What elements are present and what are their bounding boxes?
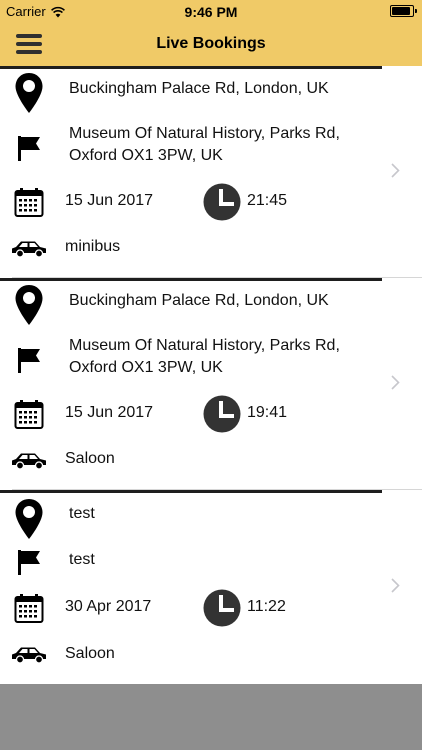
booking-card[interactable]: Buckingham Palace Rd, London, UK Museum … (0, 66, 422, 278)
location-pin-icon (15, 499, 43, 539)
booking-card[interactable]: Buckingham Palace Rd, London, UK Museum … (0, 278, 422, 490)
vehicle-type: Saloon (65, 645, 115, 662)
clock-icon (203, 183, 241, 221)
dropoff-address-line2: Oxford OX1 3PW, UK (69, 359, 223, 376)
dropoff-address-line1: Museum Of Natural History, Parks Rd, (69, 337, 340, 354)
chevron-right-icon (391, 578, 400, 593)
booking-time: 11:22 (247, 598, 286, 615)
chevron-right-icon (391, 375, 400, 390)
card-divider (0, 490, 382, 493)
dropoff-address-line1: Museum Of Natural History, Parks Rd, (69, 125, 340, 142)
card-divider (0, 66, 382, 69)
dropoff-address-line2: Oxford OX1 3PW, UK (69, 147, 223, 164)
nav-bar: Live Bookings (0, 22, 422, 66)
card-divider (0, 278, 382, 281)
pickup-address: Buckingham Palace Rd, London, UK (69, 80, 329, 97)
battery-fill (392, 7, 410, 15)
booking-date: 30 Apr 2017 (65, 598, 152, 615)
battery-icon (390, 5, 417, 17)
booking-date: 15 Jun 2017 (65, 192, 154, 209)
pickup-address: Buckingham Palace Rd, London, UK (69, 292, 329, 309)
footer-area (0, 684, 422, 750)
car-icon (12, 647, 46, 664)
booking-card[interactable]: test test 30 Apr 2017 11:22 Saloon (0, 490, 422, 684)
status-bar: Carrier 9:46 PM (0, 0, 422, 22)
car-icon (12, 241, 46, 258)
vehicle-type: minibus (65, 238, 121, 255)
calendar-icon (14, 188, 44, 217)
dropoff-address-line1: test (69, 551, 95, 568)
status-time: 9:46 PM (184, 4, 238, 20)
location-pin-icon (15, 285, 43, 325)
chevron-right-icon (391, 163, 400, 178)
bookings-list[interactable]: Buckingham Palace Rd, London, UK Museum … (0, 66, 422, 684)
page-title: Live Bookings (156, 35, 266, 52)
location-pin-icon (15, 73, 43, 113)
flag-icon (18, 550, 40, 575)
booking-time: 21:45 (247, 192, 288, 209)
car-icon (12, 453, 46, 470)
booking-date: 15 Jun 2017 (65, 404, 154, 421)
app-header: Carrier 9:46 PM Live Bookings (0, 0, 422, 66)
flag-icon (18, 348, 40, 373)
calendar-icon (14, 594, 44, 623)
clock-icon (203, 395, 241, 433)
pickup-address: test (69, 505, 95, 522)
vehicle-type: Saloon (65, 450, 115, 467)
booking-time: 19:41 (247, 404, 288, 421)
calendar-icon (14, 400, 44, 429)
flag-icon (18, 136, 40, 161)
clock-icon (203, 589, 241, 627)
